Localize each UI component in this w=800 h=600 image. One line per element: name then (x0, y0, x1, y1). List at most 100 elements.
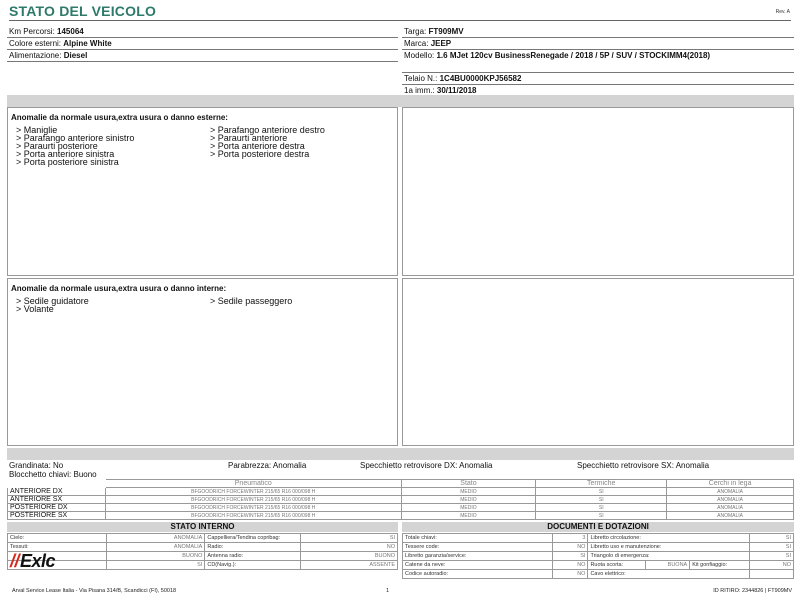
tyres-header: Pneumatico (104, 479, 402, 488)
cell-value (749, 569, 794, 579)
cell-label: Libretto uso e manutenzione: (587, 542, 751, 552)
table-row: ANTERIORE DX BFGOODRICH FORCEWINTER 215/… (7, 487, 794, 496)
title-divider (9, 20, 791, 21)
tyre-status: MEDIO (400, 503, 537, 512)
table-row: Catene da neve: NO Ruota scorta: BUONA K… (402, 560, 794, 570)
internal-state-table: Cielo: ANOMALIA Cappelliera/Tendina copr… (7, 533, 398, 570)
documents-title: DOCUMENTI E DOTAZIONI (402, 522, 794, 532)
tyre-model: BFGOODRICH FORCEWINTER 215/65 R16 000/09… (104, 503, 402, 512)
cell-value: SI (749, 551, 794, 561)
tyre-rims: ANOMALIA (666, 511, 794, 520)
cell-label: Libretto circolazione: (587, 533, 751, 543)
tyre-status: MEDIO (400, 495, 537, 504)
key-block-status: Blocchetto chiavi: Buono (9, 470, 97, 479)
cell-label: Catene da neve: (402, 560, 553, 570)
cell-value: ASSENTE (300, 560, 398, 570)
tyre-winter: SI (535, 487, 668, 496)
plate-row: Targa: FT909MV (402, 26, 794, 38)
vehicle-info-left: Km Percorsi: 145064 Colore esterni: Alpi… (7, 26, 398, 62)
tyres-header-row: Pneumatico Stato Termiche Cerchi in lega (8, 479, 794, 488)
tyre-winter: SI (535, 495, 668, 504)
tyre-position: ANTERIORE SX (7, 495, 106, 504)
cell-label: Cielo: (7, 533, 107, 543)
section-band-bottom (7, 448, 794, 460)
internal-photo-panel (402, 278, 794, 446)
table-row: Codice autoradio: NO Cavo elettrico: (402, 569, 794, 579)
hail-status: Grandinata: No (9, 461, 64, 470)
tyre-position: POSTERIORE SX (7, 511, 106, 520)
tyres-table: Pneumatico Stato Termiche Cerchi in lega… (7, 479, 794, 520)
registration-value: 30/11/2018 (436, 86, 477, 95)
internal-state-title: STATO INTERNO (7, 522, 398, 532)
model-label: Modello: (404, 51, 435, 60)
logo-text: Exlc (20, 551, 56, 571)
fuel-value: Diesel (63, 51, 88, 60)
revision-label: Rev. A (775, 9, 790, 15)
external-photo-panel (402, 107, 794, 276)
cell-label: Cavo elettrico: (587, 569, 751, 579)
cell-label: Codice autoradio: (402, 569, 553, 579)
footer-id: ID RITIRO: 2344826 | FT909MV (713, 588, 792, 594)
color-label: Colore esterni: (9, 39, 62, 48)
cell-value: SI (300, 533, 398, 543)
condition-summary: Grandinata: No Parabrezza: Anomalia Spec… (9, 461, 794, 479)
cell-value: SI (749, 533, 794, 543)
cell-label: Antenna radio: (204, 551, 302, 561)
cell-value: NO (300, 542, 398, 552)
cell-value: NO (551, 569, 589, 579)
cell-value: NO (551, 542, 589, 552)
brand-label: Marca: (404, 39, 429, 48)
page-title: STATO DEL VEICOLO (9, 3, 157, 19)
tyre-status: MEDIO (400, 511, 537, 520)
table-row: ANTERIORE SX BFGOODRICH FORCEWINTER 215/… (7, 495, 794, 504)
mirror-sx-status: Specchietto retrovisore SX: Anomalia (577, 461, 710, 470)
mirror-dx-status: Specchietto retrovisore DX: Anomalia (360, 461, 493, 470)
brand-row: Marca: JEEP (402, 38, 794, 50)
color-row: Colore esterni: Alpine White (7, 38, 398, 50)
model-value: 1.6 MJet 120cv BusinessRenegade / 2018 /… (436, 51, 711, 60)
cell-label: Ruota scorta: (587, 560, 647, 570)
windshield-status: Parabrezza: Anomalia (228, 461, 307, 470)
damage-item: > Porta posteriore destra (210, 149, 310, 159)
footer-page-number: 1 (386, 588, 390, 594)
model-row: Modello: 1.6 MJet 120cv BusinessRenegade… (402, 50, 794, 73)
cell-label: Cappelliera/Tendina copribag: (204, 533, 302, 543)
damage-item: > Sedile passeggero (210, 296, 293, 306)
registration-label: 1a imm.: (404, 86, 435, 95)
km-value: 145064 (57, 27, 84, 36)
table-row: SI CD(Navig.): ASSENTE (7, 560, 398, 570)
fuel-row: Alimentazione: Diesel (7, 50, 398, 62)
table-row: POSTERIORE DX BFGOODRICH FORCEWINTER 215… (7, 503, 794, 512)
internal-damage-list: > Sedile guidatore > Sedile passeggero >… (16, 296, 397, 314)
tyre-model: BFGOODRICH FORCEWINTER 215/65 R16 000/09… (104, 495, 402, 504)
internal-damage-panel: Anomalie da normale usura,extra usura o … (7, 278, 398, 446)
documents-table: Totale chiavi: 3 Libretto circolazione: … (402, 533, 794, 579)
cell-value: BUONO (300, 551, 398, 561)
table-row: Totale chiavi: 3 Libretto circolazione: … (402, 533, 794, 543)
cell-value: BUONA (645, 560, 691, 570)
tyre-model: BFGOODRICH FORCEWINTER 215/65 R16 000/09… (104, 511, 402, 520)
tyres-header: Stato (400, 479, 537, 488)
cell-value: ANOMALIA (105, 542, 206, 552)
company-logo: //Exlc (10, 551, 56, 572)
section-band-top (7, 95, 794, 107)
external-damage-list: > Maniglie > Parafango anteriore destro … (16, 126, 397, 167)
cell-value: BUONO (105, 551, 206, 561)
cell-value: NO (551, 560, 589, 570)
tyres-header: Termiche (535, 479, 668, 488)
cell-value: SI (105, 560, 206, 570)
tyre-position: POSTERIORE DX (7, 503, 106, 512)
cell-value: SI (551, 551, 589, 561)
damage-item: > Porta posteriore sinistra (16, 157, 119, 167)
table-row: BUONO Antenna radio: BUONO (7, 551, 398, 561)
table-row: POSTERIORE SX BFGOODRICH FORCEWINTER 215… (7, 511, 794, 520)
table-row: Cielo: ANOMALIA Cappelliera/Tendina copr… (7, 533, 398, 543)
chassis-value: 1C4BU0000KPJ56582 (439, 74, 522, 83)
cell-label: Libretto garanzia/service: (402, 551, 553, 561)
tyre-model: BFGOODRICH FORCEWINTER 215/65 R16 000/09… (104, 487, 402, 496)
internal-damage-title: Anomalie da normale usura,extra usura o … (11, 284, 227, 293)
damage-item: > Volante (16, 304, 54, 314)
km-label: Km Percorsi: (9, 27, 55, 36)
cell-label: CD(Navig.): (204, 560, 302, 570)
tyres-header: Cerchi in lega (666, 479, 794, 488)
